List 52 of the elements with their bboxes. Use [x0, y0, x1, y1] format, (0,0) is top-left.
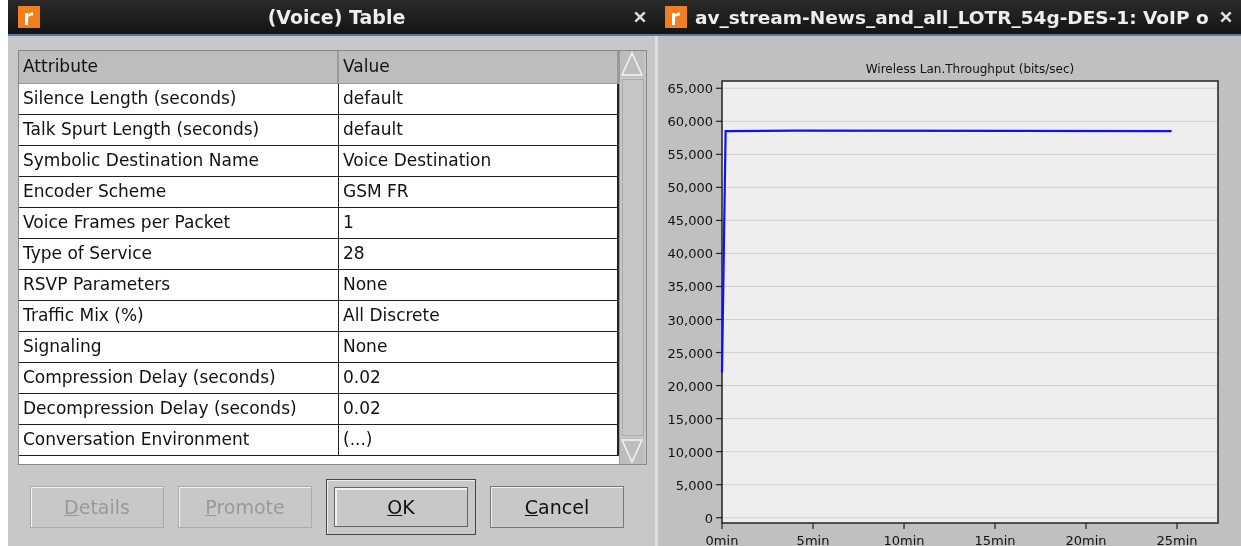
- y-tick-label: 40,000: [667, 246, 713, 262]
- column-header[interactable]: Value: [339, 51, 619, 84]
- x-tick-label: 10min: [883, 533, 925, 546]
- tick-mark: [715, 87, 723, 89]
- tick-mark: [715, 252, 723, 255]
- tick-mark: [715, 153, 723, 155]
- dialog-button[interactable]: Cancel: [490, 486, 624, 528]
- y-tick-label: 65,000: [667, 81, 713, 97]
- x-tick-label: 25min: [1156, 533, 1198, 546]
- y-tick-label: 45,000: [667, 213, 713, 229]
- tick-mark: [715, 186, 723, 188]
- tick-mark: [715, 120, 723, 122]
- y-tick-label: 50,000: [667, 180, 713, 196]
- y-tick-label: 35,000: [667, 279, 713, 295]
- y-tick-label: 25,000: [667, 345, 713, 361]
- y-tick-label: 55,000: [667, 147, 713, 163]
- tick-mark: [715, 451, 723, 453]
- y-tick-label: 60,000: [667, 114, 713, 130]
- tick-mark: [715, 219, 723, 221]
- tick-mark: [1085, 522, 1087, 530]
- app-logo-icon: [18, 6, 40, 28]
- window-title: (Voice) Table: [266, 6, 407, 28]
- tick-mark: [994, 522, 996, 530]
- x-tick-label: 15min: [974, 533, 1016, 546]
- close-icon[interactable]: [1219, 10, 1233, 24]
- tick-mark: [715, 384, 723, 387]
- tick-mark: [903, 522, 905, 530]
- x-tick-label: 5min: [796, 533, 830, 546]
- tick-mark: [715, 351, 723, 354]
- x-tick-label: 0min: [705, 533, 739, 546]
- column-header[interactable]: Attribute: [19, 51, 339, 84]
- close-icon[interactable]: [633, 10, 647, 24]
- y-tick-label: 10,000: [667, 444, 713, 460]
- scroll-up-icon[interactable]: [620, 51, 644, 77]
- y-tick-label: 30,000: [667, 312, 713, 328]
- scroll-down-icon[interactable]: [620, 438, 644, 464]
- scrollbar[interactable]: [619, 51, 646, 464]
- tick-mark: [715, 484, 723, 486]
- tick-mark: [1176, 522, 1178, 530]
- y-tick-label: 5,000: [675, 477, 713, 493]
- tick-mark: [812, 522, 814, 530]
- tick-mark: [715, 318, 723, 321]
- dialog-button[interactable]: OK: [326, 479, 476, 535]
- app-logo-icon: [665, 6, 687, 28]
- y-tick-label: 20,000: [667, 378, 713, 394]
- chart-title: Wireless Lan.Throughput (bits/sec): [865, 62, 1075, 76]
- tick-mark: [715, 285, 723, 288]
- x-tick-label: 20min: [1065, 533, 1107, 546]
- y-tick-label: 15,000: [667, 411, 713, 427]
- window-title: av_stream-News_and_all_LOTR_54g-DES-1: VoIP o: [695, 6, 1210, 28]
- tick-mark: [715, 418, 723, 420]
- y-tick-label: 0: [704, 510, 713, 526]
